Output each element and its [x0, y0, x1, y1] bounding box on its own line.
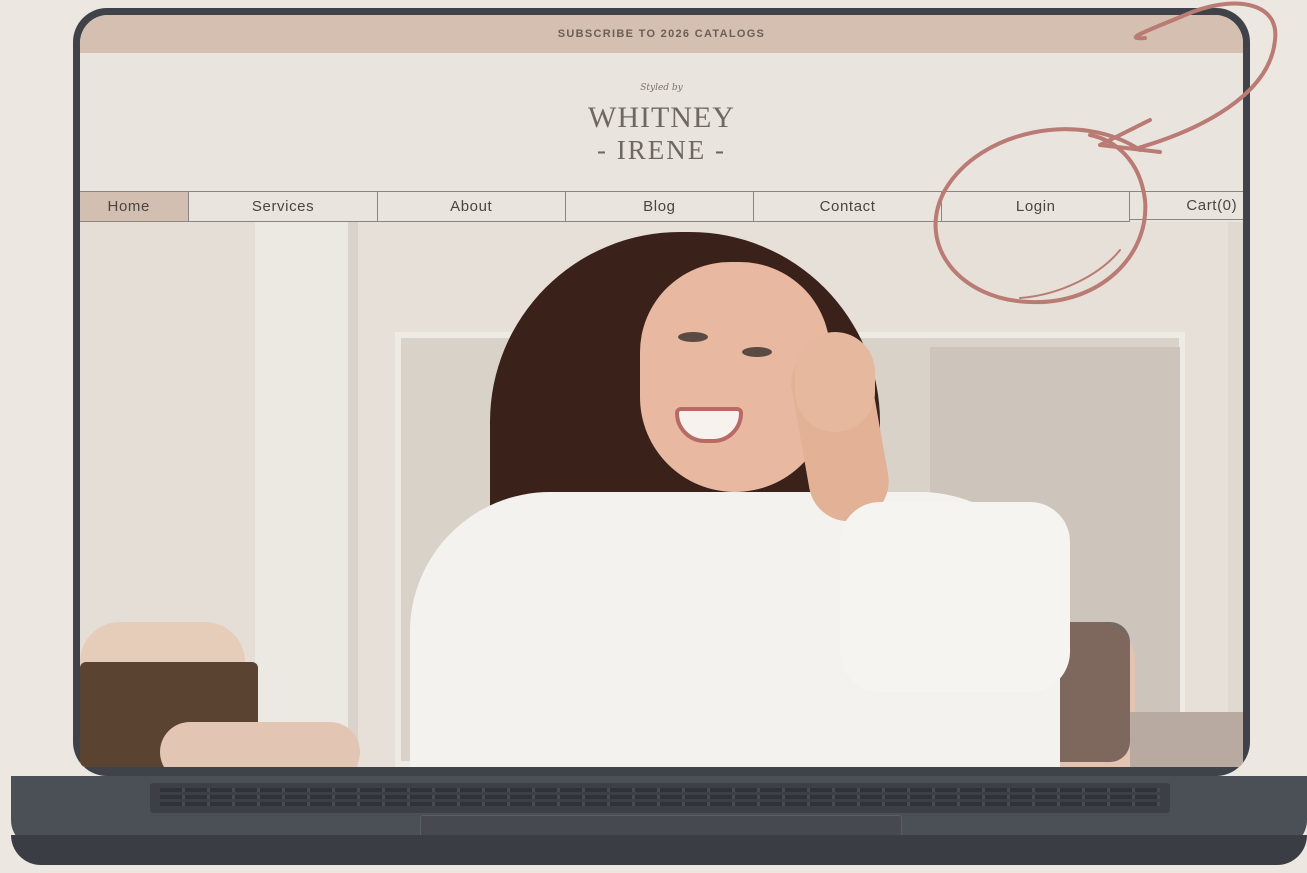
nav-blog-label: Blog — [643, 198, 676, 215]
laptop-base-front — [11, 835, 1307, 865]
nav-item-services[interactable]: Services — [188, 191, 378, 222]
hero-photo — [80, 222, 1243, 767]
nav-item-login[interactable]: Login — [941, 191, 1131, 222]
hero-person-sleeve — [840, 502, 1070, 692]
nav-item-blog[interactable]: Blog — [564, 191, 754, 222]
nav-login-label: Login — [1015, 198, 1056, 215]
hero-marble — [1130, 712, 1243, 767]
nav-item-home[interactable]: Home — [80, 191, 190, 222]
keyboard-row — [160, 795, 1160, 799]
nav-home-label: Home — [107, 198, 150, 215]
keyboard-row — [160, 788, 1160, 792]
nav-item-cart[interactable]: Cart(0) — [1129, 191, 1243, 220]
main-nav: Home Services About Blog Contact Login C… — [80, 191, 1243, 222]
promo-bar[interactable]: SUBSCRIBE TO 2026 CATALOGS — [80, 15, 1243, 53]
hero-pillar — [255, 222, 355, 767]
hero-person-eye-right — [742, 347, 772, 357]
keyboard-row — [160, 802, 1160, 806]
hero-person-hand — [795, 332, 875, 432]
hero-cushion — [160, 722, 360, 767]
logo-tagline: Styled by — [640, 83, 683, 93]
promo-text[interactable]: SUBSCRIBE TO 2026 CATALOGS — [558, 28, 765, 40]
hero-person-eye-left — [678, 332, 708, 342]
logo-name-second[interactable]: - IRENE - — [80, 135, 1243, 166]
nav-about-label: About — [450, 198, 493, 215]
nav-services-label: Services — [251, 198, 315, 215]
nav-contact-label: Contact — [819, 198, 876, 215]
nav-cart-label: Cart(0) — [1186, 197, 1238, 214]
logo-name-first[interactable]: WHITNEY — [80, 101, 1243, 135]
hero-pillar-edge — [348, 222, 358, 767]
brand-header: Styled by WHITNEY - IRENE - — [80, 53, 1243, 191]
nav-item-about[interactable]: About — [376, 191, 566, 222]
nav-item-contact[interactable]: Contact — [752, 191, 943, 222]
laptop-screen: SUBSCRIBE TO 2026 CATALOGS Styled by WHI… — [80, 15, 1243, 767]
